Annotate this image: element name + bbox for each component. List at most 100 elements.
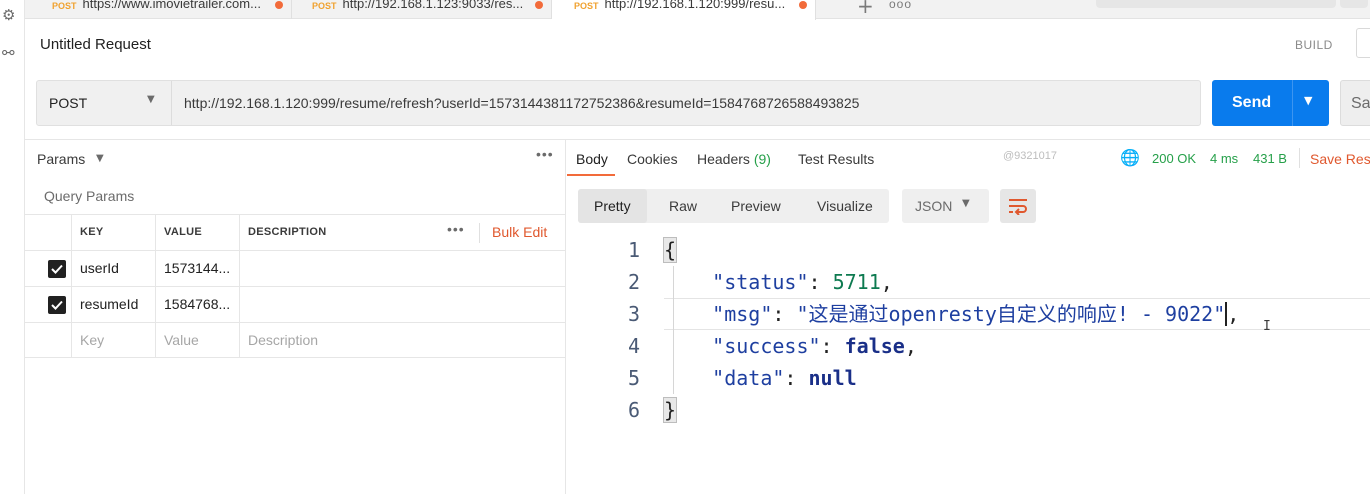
- more-options-icon[interactable]: •••: [536, 146, 554, 162]
- response-tab-body[interactable]: Body: [576, 151, 608, 167]
- response-time[interactable]: 4 ms: [1210, 151, 1238, 166]
- request-tab-bar: POST https://www.imovietrailer.com... POS…: [25, 0, 1370, 20]
- tab-url: http://192.168.1.120:999/resu...: [604, 0, 786, 11]
- response-tab-cookies[interactable]: Cookies: [627, 151, 678, 167]
- code-line: {: [662, 234, 678, 266]
- mouse-ibeam-icon: I: [1263, 319, 1271, 334]
- code-line: "success": false,: [712, 334, 917, 358]
- json-key: "success": [712, 334, 821, 358]
- param-value[interactable]: 1584768...: [155, 287, 239, 322]
- save-label: Save: [1351, 95, 1370, 112]
- divider: [25, 139, 1370, 140]
- divider: [1299, 148, 1300, 168]
- unsaved-dot-icon: [799, 1, 807, 9]
- settings-icon[interactable]: ⚙: [2, 6, 15, 24]
- json-key: "msg": [712, 302, 773, 326]
- value-input[interactable]: Value: [155, 323, 239, 358]
- format-select[interactable]: JSON ▼: [902, 189, 989, 223]
- watermark-text: @9321017: [1003, 150, 1057, 162]
- response-tab-headers[interactable]: Headers (9): [697, 151, 771, 167]
- request-tab[interactable]: POST https://www.imovietrailer.com...: [25, 0, 292, 19]
- globe-icon[interactable]: 🌐: [1120, 148, 1140, 167]
- code-line: "data": null: [712, 366, 857, 390]
- save-button[interactable]: Save: [1340, 80, 1370, 126]
- json-number: 5711: [832, 270, 881, 294]
- response-body-editor[interactable]: 1 2 3 4 5 6 { "status": 5711, "msg": "这是…: [578, 234, 1370, 434]
- divider: [479, 223, 480, 243]
- chevron-down-icon[interactable]: ▼: [1304, 94, 1312, 107]
- view-tab-pretty[interactable]: Pretty: [578, 189, 647, 223]
- new-tab-button[interactable]: +: [857, 0, 874, 18]
- table-more-icon[interactable]: •••: [447, 212, 465, 247]
- send-label: Send: [1232, 94, 1272, 111]
- response-tab-test-results[interactable]: Test Results: [798, 151, 874, 167]
- share-icon[interactable]: ⚯: [2, 44, 15, 62]
- description-input[interactable]: Description: [239, 323, 565, 358]
- code-line: "msg": "这是通过openresty自定义的响应! - 9022",: [712, 302, 1240, 326]
- tab-method: POST: [52, 1, 77, 11]
- line-number: 6: [627, 398, 640, 422]
- param-key[interactable]: userId: [71, 251, 155, 286]
- checkbox-checked-icon[interactable]: [48, 260, 66, 278]
- response-size[interactable]: 431 B: [1253, 151, 1287, 166]
- tab-url: https://www.imovietrailer.com...: [82, 0, 261, 11]
- json-key: "data": [712, 366, 785, 390]
- pane-divider[interactable]: [565, 139, 566, 494]
- key-input[interactable]: Key: [71, 323, 155, 358]
- json-key: "status": [712, 270, 809, 294]
- json-string: "这是通过openresty自定义的响应! - 9022": [796, 302, 1226, 326]
- url-input[interactable]: http://192.168.1.120:999/resume/refresh?…: [184, 95, 859, 111]
- save-response-button[interactable]: Save Response: [1310, 151, 1370, 167]
- view-tab-visualize[interactable]: Visualize: [801, 189, 889, 223]
- tab-method: POST: [574, 1, 599, 11]
- params-tab[interactable]: Params: [37, 151, 85, 167]
- wrap-lines-icon: [1009, 199, 1027, 215]
- send-button[interactable]: Send ▼: [1212, 80, 1329, 126]
- line-number: 3: [627, 302, 640, 326]
- json-boolean: false: [844, 334, 905, 358]
- query-params-heading: Query Params: [44, 188, 135, 204]
- chevron-down-icon[interactable]: ▼: [96, 153, 104, 164]
- chevron-down-icon: ▼: [962, 198, 970, 209]
- param-description[interactable]: [239, 287, 565, 322]
- view-tab-raw[interactable]: Raw: [653, 189, 713, 223]
- request-tab[interactable]: POST http://192.168.1.123:9033/res...: [292, 0, 552, 19]
- checkbox-checked-icon[interactable]: [48, 296, 66, 314]
- method-value: POST: [49, 95, 88, 111]
- environment-quick-look-button[interactable]: [1340, 0, 1368, 8]
- unsaved-dot-icon: [535, 1, 543, 9]
- response-view-tabs: Pretty Raw Preview Visualize: [578, 189, 889, 223]
- column-header-value: VALUE: [155, 215, 239, 250]
- line-number: 5: [627, 366, 640, 390]
- json-null: null: [808, 366, 857, 390]
- left-sidebar-strip: ⚙ ⚯: [0, 0, 25, 494]
- table-row-placeholder: Key Value Description: [25, 322, 565, 358]
- view-tab-preview[interactable]: Preview: [715, 189, 797, 223]
- url-bar: POST ▼ http://192.168.1.120:999/resume/r…: [36, 80, 1201, 126]
- unsaved-dot-icon: [275, 1, 283, 9]
- close-brace: }: [662, 397, 678, 423]
- active-tab-indicator: [567, 174, 615, 176]
- request-tab-active[interactable]: POST http://192.168.1.120:999/resu...: [552, 0, 816, 20]
- request-title[interactable]: Untitled Request: [40, 36, 151, 53]
- tab-more-icon[interactable]: ooo: [889, 0, 912, 11]
- send-divider: [1292, 80, 1293, 126]
- environment-selector[interactable]: [1096, 0, 1336, 8]
- param-value[interactable]: 1573144...: [155, 251, 239, 286]
- build-mode-label[interactable]: BUILD: [1295, 38, 1333, 52]
- line-number: 2: [627, 270, 640, 294]
- wrap-lines-button[interactable]: [1000, 189, 1036, 223]
- code-line: "status": 5711,: [712, 270, 893, 294]
- table-row: userId 1573144...: [25, 250, 565, 286]
- headers-label: Headers: [697, 151, 750, 167]
- bulk-edit-link[interactable]: Bulk Edit: [492, 215, 547, 250]
- status-code[interactable]: 200 OK: [1152, 151, 1196, 166]
- method-select[interactable]: POST ▼: [37, 81, 172, 125]
- format-value: JSON: [915, 198, 953, 214]
- right-panel-toggle[interactable]: [1356, 28, 1370, 58]
- param-key[interactable]: resumeId: [71, 287, 155, 322]
- column-header-description: DESCRIPTION: [239, 215, 439, 250]
- text-cursor: [1225, 302, 1228, 326]
- tab-url: http://192.168.1.123:9033/res...: [342, 0, 524, 11]
- param-description[interactable]: [239, 251, 565, 286]
